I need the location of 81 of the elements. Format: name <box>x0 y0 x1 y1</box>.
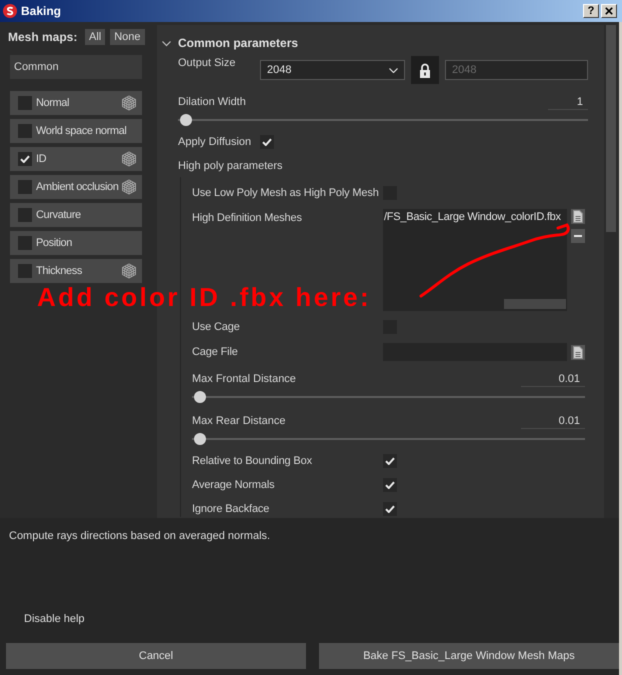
select-maps-button[interactable]: None <box>110 29 145 45</box>
section-header[interactable]: Common parameters <box>162 33 298 53</box>
check-icon <box>385 457 395 465</box>
size-dropdown[interactable]: 2048 <box>260 60 405 80</box>
annotation-text: Add color ID .fbx here: <box>37 284 372 310</box>
mesh-map-item[interactable]: ID <box>10 147 142 171</box>
option-label: Use Cage <box>192 320 241 335</box>
scrollbar-thumb[interactable] <box>606 25 616 232</box>
mesh-map-item[interactable]: Position <box>10 231 142 255</box>
mesh-map-item[interactable]: Curvature <box>10 203 142 227</box>
slider-thumb[interactable] <box>194 391 206 403</box>
slider-track[interactable] <box>178 114 588 126</box>
add-file-button[interactable] <box>571 209 585 224</box>
minus-icon <box>574 235 582 237</box>
value-field[interactable]: 1 <box>548 94 588 110</box>
lock-button[interactable] <box>411 56 439 84</box>
slider-label: Dilation Width <box>178 95 246 110</box>
checkbox[interactable] <box>383 478 397 492</box>
lock-icon <box>419 62 431 78</box>
mesh-map-item[interactable]: Thickness <box>10 259 142 283</box>
close-icon <box>605 7 613 15</box>
help-button[interactable]: ? <box>583 4 599 18</box>
option-label: High Definition Meshes <box>192 211 303 226</box>
option-label: Apply Diffusion <box>178 135 252 150</box>
checkbox[interactable] <box>18 124 32 138</box>
map-group-item[interactable]: Common <box>10 55 142 79</box>
help-text: Compute rays directions based on averaged normals. <box>8 529 272 543</box>
slider-thumb[interactable] <box>194 433 206 445</box>
value-field[interactable]: 0.01 <box>521 413 585 429</box>
scrollbar-thumb[interactable] <box>504 299 566 309</box>
check-icon <box>385 481 395 489</box>
checkbox[interactable] <box>18 236 32 250</box>
window-title: Baking <box>21 3 62 19</box>
logo-icon <box>3 4 17 18</box>
checkbox[interactable] <box>383 454 397 468</box>
select-maps-button[interactable]: All <box>85 29 106 45</box>
mesh-map-label: Position <box>36 236 73 251</box>
file-list-item[interactable]: /FS_Basic_Large Window_colorID.fbx <box>383 209 567 225</box>
option-label: Ignore Backface <box>192 502 270 517</box>
mesh-map-label: World space normal <box>36 124 128 139</box>
checkbox[interactable] <box>18 208 32 222</box>
caret-icon <box>389 68 398 72</box>
checkbox[interactable] <box>18 264 32 278</box>
disable-help-button[interactable]: Disable help <box>24 612 85 626</box>
checkbox[interactable] <box>383 502 397 516</box>
option-label: Average Normals <box>192 478 276 493</box>
check-icon <box>20 155 30 163</box>
mesh-map-item[interactable]: Normal <box>10 91 142 115</box>
slider-label: Max Rear Distance <box>192 414 286 429</box>
checkbox[interactable] <box>18 152 32 166</box>
mesh-map-label: Ambient occlusion <box>36 180 120 195</box>
checkbox[interactable] <box>18 96 32 110</box>
check-icon <box>262 138 272 146</box>
mesh-map-label: Curvature <box>36 208 82 223</box>
slider-track[interactable] <box>192 433 585 445</box>
check-icon <box>385 505 395 513</box>
mesh-maps-label: Mesh maps: <box>8 29 78 45</box>
browse-file-button[interactable] <box>571 344 585 360</box>
remove-file-button[interactable] <box>571 229 585 243</box>
close-button[interactable] <box>601 4 617 18</box>
dialog-button[interactable]: Bake FS_Basic_Large Window Mesh Maps <box>319 643 619 669</box>
option-label: Cage File <box>192 345 239 360</box>
mesh-map-label: Thickness <box>36 264 83 279</box>
output-size-label: Output Size <box>178 56 236 70</box>
mesh-map-label: ID <box>36 152 48 167</box>
mesh-map-item[interactable]: Ambient occlusion <box>10 175 142 199</box>
option-label: Relative to Bounding Box <box>192 454 313 469</box>
file-list[interactable]: /FS_Basic_Large Window_colorID.fbx <box>383 209 567 311</box>
mesh-map-item[interactable]: World space normal <box>10 119 142 143</box>
slider-track[interactable] <box>192 391 585 403</box>
file-icon <box>573 210 583 223</box>
file-icon <box>573 346 583 358</box>
value-field[interactable]: 0.01 <box>521 371 585 387</box>
checkbox[interactable] <box>260 135 274 149</box>
group-heading: High poly parameters <box>178 159 283 174</box>
slider-label: Max Frontal Distance <box>192 372 296 387</box>
checkbox[interactable] <box>18 180 32 194</box>
dialog-button[interactable]: Cancel <box>6 643 306 669</box>
slider-thumb[interactable] <box>180 114 192 126</box>
mesh-map-label: Normal <box>36 96 70 111</box>
option-label: Use Low Poly Mesh as High Poly Mesh <box>192 186 380 201</box>
